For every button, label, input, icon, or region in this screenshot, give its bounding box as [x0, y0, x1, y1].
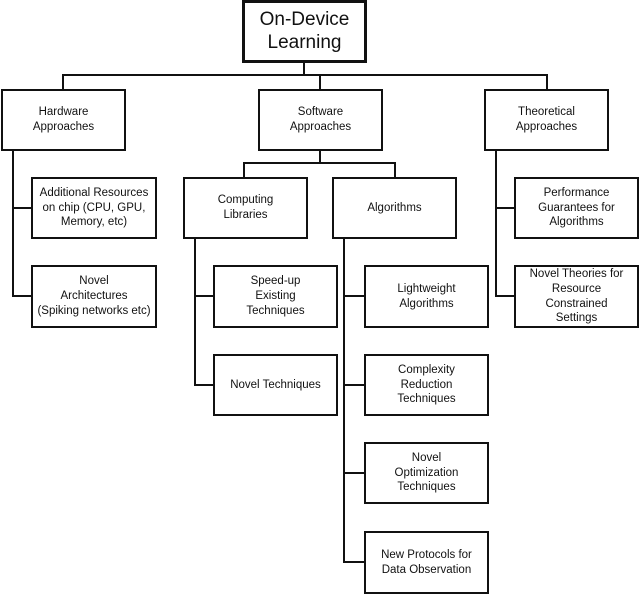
node-new-protocols-data-observation: New Protocols for Data Observation [364, 531, 489, 594]
node-label: Additional Resources on chip (CPU, GPU, … [39, 186, 149, 229]
node-label: Hardware Approaches [32, 106, 95, 133]
connector-computing-trunk [194, 238, 196, 385]
node-on-device-learning: On-Device Learning [242, 0, 367, 63]
connector-algorithms-child-3 [343, 472, 365, 474]
connector-software [319, 74, 321, 90]
node-label: Novel Theories for Resource Constrained … [529, 267, 624, 325]
connector-algorithms [394, 162, 396, 178]
connector-theoretical-child-2 [495, 295, 515, 297]
connector-computing [243, 162, 245, 178]
node-label: New Protocols for Data Observation [381, 548, 472, 576]
node-performance-guarantees: Performance Guarantees for Algorithms [514, 177, 639, 239]
node-label: Speed-up Existing Techniques [246, 275, 305, 317]
node-novel-architectures: Novel Architectures (Spiking networks et… [31, 265, 157, 328]
connector-theoretical-child-1 [495, 207, 515, 209]
node-label: Novel Optimization Techniques [394, 451, 459, 494]
connector-computing-child-1 [194, 295, 214, 297]
connector-algorithms-child-4 [343, 561, 365, 563]
connector-computing-child-2 [194, 384, 214, 386]
node-additional-resources: Additional Resources on chip (CPU, GPU, … [31, 177, 157, 239]
node-label: Computing Libraries [217, 194, 274, 221]
connector-algorithms-child-1 [343, 295, 365, 297]
connector-hardware-trunk [12, 149, 14, 297]
node-label: On-Device Learning [259, 8, 350, 53]
node-label: Software Approaches [289, 106, 352, 133]
node-label: Novel Architectures (Spiking networks et… [37, 275, 151, 317]
node-novel-techniques: Novel Techniques [213, 354, 338, 416]
node-label: Performance Guarantees for Algorithms [538, 186, 615, 229]
node-computing-libraries: Computing Libraries [183, 177, 308, 239]
connector-hardware-child-1 [12, 207, 32, 209]
connector-theoretical [546, 74, 548, 90]
node-hardware-approaches: Hardware Approaches [1, 89, 126, 151]
connector-theoretical-trunk [495, 149, 497, 297]
node-label: Novel Techniques [230, 378, 321, 391]
connector-hardware [62, 74, 64, 90]
connector-software-bus [243, 162, 396, 164]
connector-algorithms-child-2 [343, 384, 365, 386]
node-label: Lightweight Algorithms [397, 282, 456, 310]
connector-algorithms-trunk [343, 238, 345, 563]
node-algorithms: Algorithms [332, 177, 457, 239]
node-software-approaches: Software Approaches [258, 89, 383, 151]
connector-hardware-child-2 [12, 295, 32, 297]
connector-level1-bus [62, 74, 548, 76]
node-novel-theories-resource-constrained: Novel Theories for Resource Constrained … [514, 265, 639, 328]
node-speed-up-existing-techniques: Speed-up Existing Techniques [213, 265, 338, 328]
node-novel-optimization-techniques: Novel Optimization Techniques [364, 442, 489, 504]
node-complexity-reduction-techniques: Complexity Reduction Techniques [364, 354, 489, 416]
node-label: Algorithms [367, 201, 422, 214]
node-theoretical-approaches: Theoretical Approaches [484, 89, 609, 151]
node-label: Complexity Reduction Techniques [397, 363, 456, 406]
node-label: Theoretical Approaches [515, 106, 578, 133]
node-lightweight-algorithms: Lightweight Algorithms [364, 265, 489, 328]
